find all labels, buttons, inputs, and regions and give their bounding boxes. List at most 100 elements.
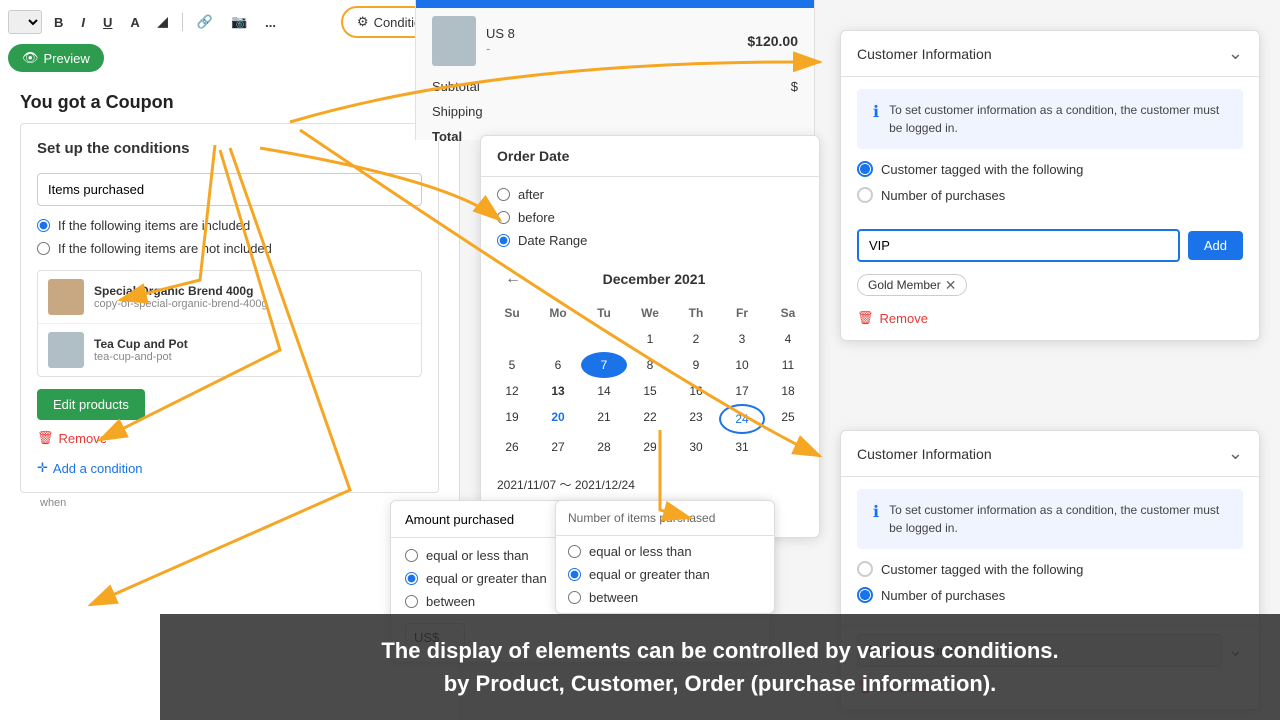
customer-info-header-top: Customer Information ⌄ xyxy=(841,31,1259,77)
num-items-panel: Number of items purchased equal or less … xyxy=(555,500,775,614)
preview-button[interactable]: 👁 Preview xyxy=(8,44,104,72)
purchases-label-top: Number of purchases xyxy=(881,188,1005,203)
cal-fr: Fr xyxy=(719,300,765,326)
cal-day-26[interactable]: 26 xyxy=(489,434,535,460)
cal-day-5[interactable]: 5 xyxy=(489,352,535,378)
product-detail-row: US 8 - $120.00 xyxy=(416,8,814,74)
eye-icon: 👁 xyxy=(22,50,39,66)
num-less-radio[interactable]: equal or less than xyxy=(568,544,762,559)
cal-day-10[interactable]: 10 xyxy=(719,352,765,378)
cal-day-17[interactable]: 17 xyxy=(719,378,765,404)
cal-day-9[interactable]: 9 xyxy=(673,352,719,378)
cal-day-12[interactable]: 12 xyxy=(489,378,535,404)
cal-day-13[interactable]: 13 xyxy=(535,378,581,404)
cal-day-23[interactable]: 23 xyxy=(673,404,719,434)
more-button[interactable]: ... xyxy=(259,11,282,34)
cal-row-4: 19 20 21 22 23 24 25 xyxy=(489,404,811,434)
info-text-bottom: To set customer information as a conditi… xyxy=(889,501,1227,537)
info-box-top: ℹ To set customer information as a condi… xyxy=(857,89,1243,149)
editor-content: You got a Coupon Set up the conditions I… xyxy=(0,72,459,535)
before-radio[interactable]: before xyxy=(497,210,803,225)
items-not-included-radio[interactable]: If the following items are not included xyxy=(37,241,422,256)
chevron-down-icon-top: ⌄ xyxy=(1228,43,1243,64)
cal-day-4[interactable]: 4 xyxy=(765,326,811,352)
tag-input[interactable] xyxy=(857,229,1180,262)
cal-row-2: 5 6 7 8 9 10 11 xyxy=(489,352,811,378)
editor-toolbar: B I U A ◢ 🔗 📷 ... ⚙ Conditions 👁 Preview xyxy=(0,0,459,72)
info-icon-top: ℹ xyxy=(873,102,879,122)
cal-row-1: 1 2 3 4 xyxy=(489,326,811,352)
cal-day-15[interactable]: 15 xyxy=(627,378,673,404)
cal-day-20[interactable]: 20 xyxy=(535,404,581,434)
bottom-overlay: The display of elements can be controlle… xyxy=(160,614,1280,720)
cal-day-7[interactable]: 7 xyxy=(581,352,627,378)
remove-condition-link[interactable]: 🗑 Remove xyxy=(37,430,422,446)
cal-day-18[interactable]: 18 xyxy=(765,378,811,404)
cal-day-3[interactable]: 3 xyxy=(719,326,765,352)
format-select[interactable] xyxy=(8,10,42,34)
cal-we: We xyxy=(627,300,673,326)
cal-day-25[interactable]: 25 xyxy=(765,404,811,434)
subtotal-row: Subtotal $ xyxy=(416,74,814,99)
color-button[interactable]: A xyxy=(124,11,145,34)
highlight-button[interactable]: ◢ xyxy=(152,10,174,34)
cal-day-31[interactable]: 31 xyxy=(719,434,765,460)
num-items-options: equal or less than equal or greater than… xyxy=(556,536,774,613)
total-label: Total xyxy=(432,129,462,144)
items-radio-group: If the following items are included If t… xyxy=(37,218,422,256)
tag-remove-x[interactable]: ✕ xyxy=(945,278,957,292)
cal-day-11[interactable]: 11 xyxy=(765,352,811,378)
cal-row-5: 26 27 28 29 30 31 xyxy=(489,434,811,460)
cal-day-1[interactable]: 1 xyxy=(627,326,673,352)
tagged-label-top: Customer tagged with the following xyxy=(881,162,1083,177)
add-condition-link[interactable]: ✛ Add a condition xyxy=(37,460,422,476)
tag-input-row: Add xyxy=(841,225,1259,270)
items-purchased-select[interactable]: Items purchased xyxy=(37,173,422,206)
product-name-2: Tea Cup and Pot xyxy=(94,337,411,351)
edit-products-button[interactable]: Edit products xyxy=(37,389,145,420)
num-between-radio[interactable]: between xyxy=(568,590,762,605)
date-range-display: 2021/11/07 ～ 2021/12/24 xyxy=(481,468,819,501)
tag-label: Gold Member xyxy=(868,278,941,292)
gear-icon: ⚙ xyxy=(357,14,369,30)
cal-day-19[interactable]: 19 xyxy=(489,404,535,434)
purchases-radio-bottom[interactable]: Number of purchases xyxy=(857,587,1243,603)
underline-button[interactable]: U xyxy=(97,11,118,34)
product-detail-panel: US 8 - $120.00 Subtotal $ Shipping Total xyxy=(415,0,815,140)
cal-day-14[interactable]: 14 xyxy=(581,378,627,404)
cal-day-22[interactable]: 22 xyxy=(627,404,673,434)
cal-day-16[interactable]: 16 xyxy=(673,378,719,404)
bold-button[interactable]: B xyxy=(48,11,69,34)
cal-month-label: December 2021 xyxy=(603,271,706,287)
date-range-radio[interactable]: Date Range xyxy=(497,233,803,248)
tagged-radio-bottom[interactable]: Customer tagged with the following xyxy=(857,561,1243,577)
cal-day-27[interactable]: 27 xyxy=(535,434,581,460)
cal-day-29[interactable]: 29 xyxy=(627,434,673,460)
product-thumb-1 xyxy=(48,279,84,315)
coupon-title: You got a Coupon xyxy=(20,92,439,113)
customer-info-panel-top: Customer Information ⌄ ℹ To set customer… xyxy=(840,30,1260,341)
link-button[interactable]: 🔗 xyxy=(191,10,219,34)
cal-day-2[interactable]: 2 xyxy=(673,326,719,352)
italic-button[interactable]: I xyxy=(75,11,91,34)
calendar-panel: Order Date after before Date Range ← Dec… xyxy=(480,135,820,538)
cal-day-6[interactable]: 6 xyxy=(535,352,581,378)
purchases-radio-circle-bottom xyxy=(857,587,873,603)
remove-row-top[interactable]: 🗑 Remove xyxy=(841,304,1259,340)
tagged-radio-top[interactable]: Customer tagged with the following xyxy=(857,161,1243,177)
purchases-radio-top[interactable]: Number of purchases xyxy=(857,187,1243,203)
cal-day-28[interactable]: 28 xyxy=(581,434,627,460)
add-tag-button[interactable]: Add xyxy=(1188,231,1243,260)
shipping-row: Shipping xyxy=(416,99,814,124)
num-greater-radio[interactable]: equal or greater than xyxy=(568,567,762,582)
cal-day-24[interactable]: 24 xyxy=(719,404,765,434)
cal-day-8[interactable]: 8 xyxy=(627,352,673,378)
image-button[interactable]: 📷 xyxy=(225,10,253,34)
cal-day-30[interactable]: 30 xyxy=(673,434,719,460)
cal-day-21[interactable]: 21 xyxy=(581,404,627,434)
order-date-title: Order Date xyxy=(481,136,819,177)
cal-prev-arrow[interactable]: ← xyxy=(497,266,529,292)
items-included-radio[interactable]: If the following items are included xyxy=(37,218,422,233)
purchases-radio-circle-top xyxy=(857,187,873,203)
after-radio[interactable]: after xyxy=(497,187,803,202)
